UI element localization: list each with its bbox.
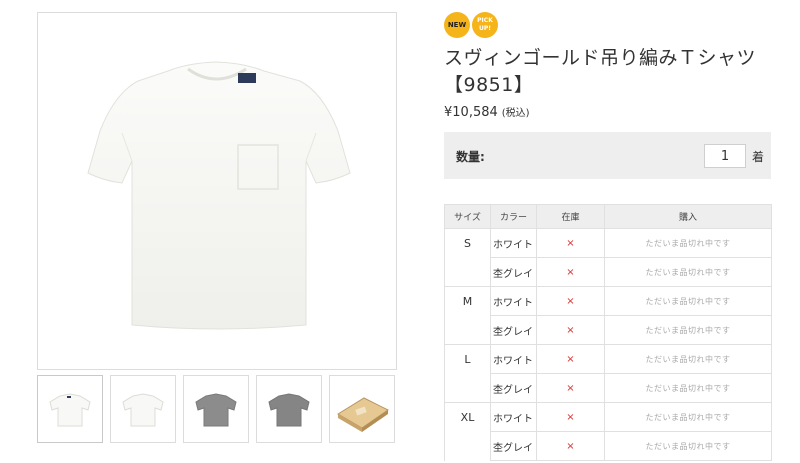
white-tshirt-back-icon [122,393,164,427]
pick-up-badge: PICK UP! [472,12,498,38]
thumbnail-gray-front[interactable] [183,375,249,443]
table-row: XL ホワイト × ただいま品切れ中です [444,402,772,432]
product-title: スヴィンゴールド吊り編みＴシャツ【9851】 [444,47,757,96]
main-product-image[interactable] [37,12,397,370]
color-cell: 杢グレイ [490,431,537,461]
header-color: カラー [490,204,537,229]
out-of-stock-mark: × [536,373,605,403]
thumbnail-gray-back[interactable] [256,375,322,443]
quantity-label: 数量: [456,150,485,164]
product-price: ¥10,584 (税込) [444,104,530,120]
size-cell [444,431,491,461]
sold-out-text: ただいま品切れ中です [604,431,772,461]
stock-table: サイズ カラー 在庫 購入 S ホワイト × ただいま品切れ中です 杢グレイ ×… [444,204,772,461]
color-cell: 杢グレイ [490,257,537,287]
tax-note: (税込) [501,108,530,119]
gray-tshirt-front-icon [195,393,237,427]
out-of-stock-mark: × [536,315,605,345]
out-of-stock-mark: × [536,431,605,461]
color-cell: ホワイト [490,402,537,432]
table-row: 杢グレイ × ただいま品切れ中です [444,431,772,461]
white-tshirt-front-icon [49,393,91,427]
price-value: ¥10,584 [444,105,498,120]
size-cell: M [444,286,491,316]
thumbnail-white-back[interactable] [110,375,176,443]
size-cell [444,257,491,287]
sold-out-text: ただいま品切れ中です [604,315,772,345]
thumbnail-gift-box[interactable] [329,375,395,443]
table-row: 杢グレイ × ただいま品切れ中です [444,315,772,345]
new-badge: NEW [444,12,470,38]
size-cell: XL [444,402,491,432]
color-cell: ホワイト [490,228,537,258]
tshirt-body-shape [87,61,351,330]
table-header-row: サイズ カラー 在庫 購入 [444,204,772,229]
color-cell: 杢グレイ [490,315,537,345]
out-of-stock-mark: × [536,402,605,432]
color-cell: 杢グレイ [490,373,537,403]
thumbnail-white-front[interactable] [37,375,103,443]
size-cell [444,315,491,345]
header-buy: 購入 [604,204,772,229]
header-stock: 在庫 [536,204,605,229]
out-of-stock-mark: × [536,286,605,316]
quantity-panel: 数量: 着 [444,132,771,179]
header-size: サイズ [444,204,491,229]
quantity-input[interactable] [704,144,746,168]
out-of-stock-mark: × [536,344,605,374]
size-cell [444,373,491,403]
table-row: 杢グレイ × ただいま品切れ中です [444,257,772,287]
sold-out-text: ただいま品切れ中です [604,228,772,258]
sold-out-text: ただいま品切れ中です [604,373,772,403]
table-row: S ホワイト × ただいま品切れ中です [444,228,772,258]
size-cell: L [444,344,491,374]
sold-out-text: ただいま品切れ中です [604,257,772,287]
table-row: L ホワイト × ただいま品切れ中です [444,344,772,374]
sold-out-text: ただいま品切れ中です [604,402,772,432]
gray-tshirt-back-icon [268,393,310,427]
size-cell: S [444,228,491,258]
table-row: M ホワイト × ただいま品切れ中です [444,286,772,316]
color-cell: ホワイト [490,344,537,374]
sold-out-text: ただいま品切れ中です [604,344,772,374]
out-of-stock-mark: × [536,257,605,287]
table-row: 杢グレイ × ただいま品切れ中です [444,373,772,403]
thumbnail-strip [37,375,397,443]
out-of-stock-mark: × [536,228,605,258]
color-cell: ホワイト [490,286,537,316]
sold-out-text: ただいま品切れ中です [604,286,772,316]
quantity-unit: 着 [752,150,765,164]
